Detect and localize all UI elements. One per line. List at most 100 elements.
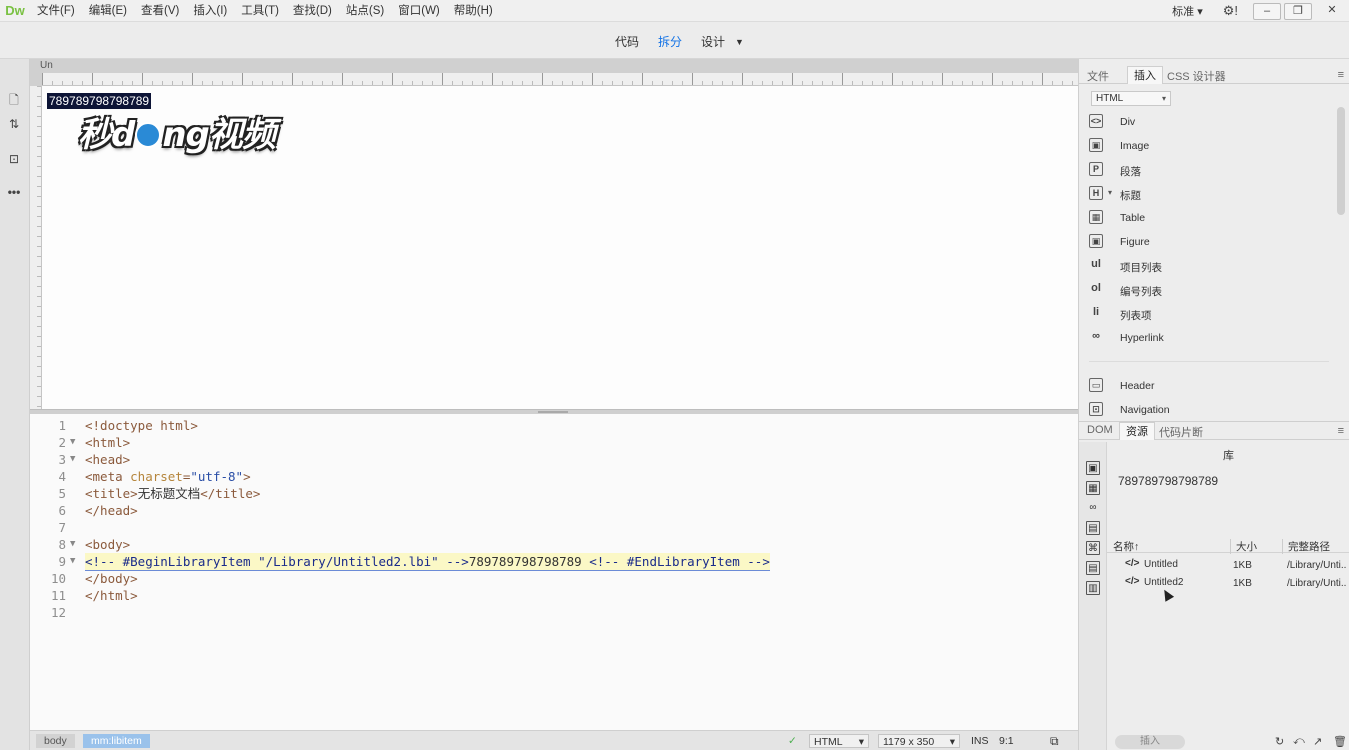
code-token: <title>: [85, 486, 138, 501]
watermark-text: 秒d: [78, 115, 135, 155]
tab-files[interactable]: 文件: [1087, 68, 1109, 84]
column-path[interactable]: 完整路径: [1282, 539, 1330, 554]
library-item-path: /Library/Unti...: [1287, 578, 1347, 589]
table-row[interactable]: </> Untitled 1KB /Library/Unti...: [1107, 557, 1349, 574]
document-tab[interactable]: Un: [36, 59, 236, 73]
minimize-button[interactable]: –: [1253, 2, 1281, 20]
close-button[interactable]: ✕: [1315, 3, 1349, 20]
insert-unordered-list[interactable]: ul 项目列表: [1089, 257, 1319, 275]
refresh-icon[interactable]: ↻: [1275, 735, 1284, 748]
table-row[interactable]: </> Untitled2 1KB /Library/Unti...: [1107, 575, 1349, 592]
insert-image[interactable]: ▣ Image: [1089, 137, 1319, 155]
column-name[interactable]: 名称↑: [1113, 539, 1139, 554]
insert-paragraph[interactable]: P 段落: [1089, 161, 1319, 179]
code-text: <!doctype html>: [85, 418, 198, 433]
preview-icon[interactable]: ⧉: [1050, 734, 1059, 748]
panel-menu-icon[interactable]: ≡: [1338, 69, 1344, 81]
insert-navigation[interactable]: ⊡ Navigation: [1089, 401, 1319, 419]
line-number: 5: [58, 486, 66, 501]
tab-dom[interactable]: DOM: [1087, 424, 1113, 436]
insert-div[interactable]: <> Div: [1089, 113, 1319, 131]
menu-help[interactable]: 帮助(H): [447, 0, 500, 22]
menu-insert[interactable]: 插入(I): [186, 0, 234, 22]
fold-marker[interactable]: ▼: [70, 536, 75, 553]
insert-mode-indicator: INS: [971, 735, 989, 747]
workspace-selector[interactable]: 标准 ▾: [1164, 3, 1211, 19]
code-token: 无标题文档: [137, 486, 201, 501]
delete-icon[interactable]: 🗑: [1333, 735, 1347, 748]
tag-selector-body[interactable]: body: [36, 734, 75, 748]
colors-icon[interactable]: ▦: [1086, 481, 1100, 495]
file-management-icon[interactable]: ⇅: [4, 115, 24, 133]
view-toolbar: 代码 拆分 设计 ▼: [0, 22, 1349, 59]
insert-header[interactable]: ▭ Header: [1089, 377, 1319, 395]
insert-heading[interactable]: H ▾ 标题: [1089, 185, 1319, 203]
recreate-icon[interactable]: ⤺: [1293, 735, 1305, 748]
panel-menu-icon[interactable]: ≡: [1338, 425, 1344, 437]
urls-icon[interactable]: ∞: [1086, 501, 1100, 515]
workspace-caret-icon: ▾: [1197, 6, 1203, 18]
menu-file[interactable]: 文件(F): [30, 0, 82, 22]
more-tools-icon[interactable]: •••: [4, 183, 24, 201]
document-type-select[interactable]: HTML ▾: [809, 734, 869, 748]
scrollbar[interactable]: [1337, 107, 1345, 417]
library-title: 库: [1223, 450, 1234, 462]
insert-hyperlink[interactable]: ∞ Hyperlink: [1089, 329, 1319, 347]
library-item-name: Untitled: [1144, 559, 1178, 570]
images-icon[interactable]: ▣: [1086, 461, 1100, 475]
code-line: 3 ▼ <head>: [30, 451, 1078, 468]
open-documents-icon[interactable]: 🗋: [4, 91, 24, 109]
scrollbar-thumb[interactable]: [1337, 107, 1345, 215]
window-size-select[interactable]: 1179 x 350 ▾: [878, 734, 960, 748]
templates-icon[interactable]: ▤: [1086, 561, 1100, 575]
tab-insert[interactable]: 插入: [1127, 66, 1163, 84]
expand-icon[interactable]: ▾: [1108, 188, 1112, 197]
live-view-icon[interactable]: ⊡: [4, 150, 24, 168]
menu-edit[interactable]: 编辑(E): [82, 0, 134, 22]
tab-snippets[interactable]: 代码片断: [1159, 424, 1203, 440]
insert-list-item[interactable]: li 列表项: [1089, 305, 1319, 323]
menu-site[interactable]: 站点(S): [339, 0, 391, 22]
column-size[interactable]: 大小: [1230, 539, 1257, 554]
code-text: </head>: [85, 503, 138, 518]
insert-button[interactable]: 插入: [1115, 735, 1185, 749]
fold-marker[interactable]: ▼: [70, 553, 75, 570]
tag-selector-libitem[interactable]: mm:libitem: [83, 734, 150, 748]
library-toolbar: 插入 ↻ ⤺ ↗ 🗑: [1107, 733, 1349, 750]
code-view-button[interactable]: 代码: [615, 33, 639, 50]
insert-figure[interactable]: ▣ Figure: [1089, 233, 1319, 251]
ordered-list-icon: ol: [1091, 282, 1101, 294]
library-icon[interactable]: ▥: [1086, 581, 1100, 595]
tab-css-designer[interactable]: CSS 设计器: [1167, 68, 1226, 84]
media-icon[interactable]: ▤: [1086, 521, 1100, 535]
insert-category-select[interactable]: HTML ▾: [1091, 91, 1171, 106]
fold-marker[interactable]: ▼: [70, 451, 75, 468]
gear-icon[interactable]: ⚙!: [1223, 3, 1238, 19]
view-dropdown-icon[interactable]: ▼: [735, 37, 744, 47]
menu-view[interactable]: 查看(V): [134, 0, 186, 22]
insert-table[interactable]: ▦ Table: [1089, 209, 1319, 227]
menu-find[interactable]: 查找(D): [286, 0, 339, 22]
design-view-button[interactable]: 设计: [701, 33, 725, 50]
library-item-size: 1KB: [1233, 560, 1252, 571]
insert-item-label: Hyperlink: [1120, 332, 1164, 344]
code-token: >: [243, 469, 251, 484]
window-controls: 标准 ▾ ⚙! – ❐ ✕: [1164, 0, 1349, 22]
scripts-icon[interactable]: ⌘: [1086, 541, 1100, 555]
splitter-grip[interactable]: [538, 411, 568, 413]
restore-button[interactable]: ❐: [1284, 2, 1312, 20]
fold-marker[interactable]: ▼: [70, 434, 75, 451]
menu-tools[interactable]: 工具(T): [234, 0, 286, 22]
code-view[interactable]: 1 <!doctype html> 2 ▼ <html> 3 ▼ <head> 4 <met…: [30, 414, 1078, 730]
validation-ok-icon[interactable]: ✓: [788, 734, 797, 748]
sort-ascending-icon: ↑: [1134, 541, 1140, 553]
split-view-button[interactable]: 拆分: [658, 33, 682, 50]
line-number: 1: [58, 418, 66, 433]
code-text: </html>: [85, 588, 138, 603]
menu-window[interactable]: 窗口(W): [391, 0, 447, 22]
chevron-down-icon: ▾: [1161, 94, 1166, 103]
edit-icon[interactable]: ↗: [1313, 735, 1322, 748]
tab-assets[interactable]: 资源: [1119, 422, 1155, 440]
highlighted-code[interactable]: <!-- #BeginLibraryItem "/Library/Untitle…: [85, 553, 770, 571]
insert-ordered-list[interactable]: ol 编号列表: [1089, 281, 1319, 299]
